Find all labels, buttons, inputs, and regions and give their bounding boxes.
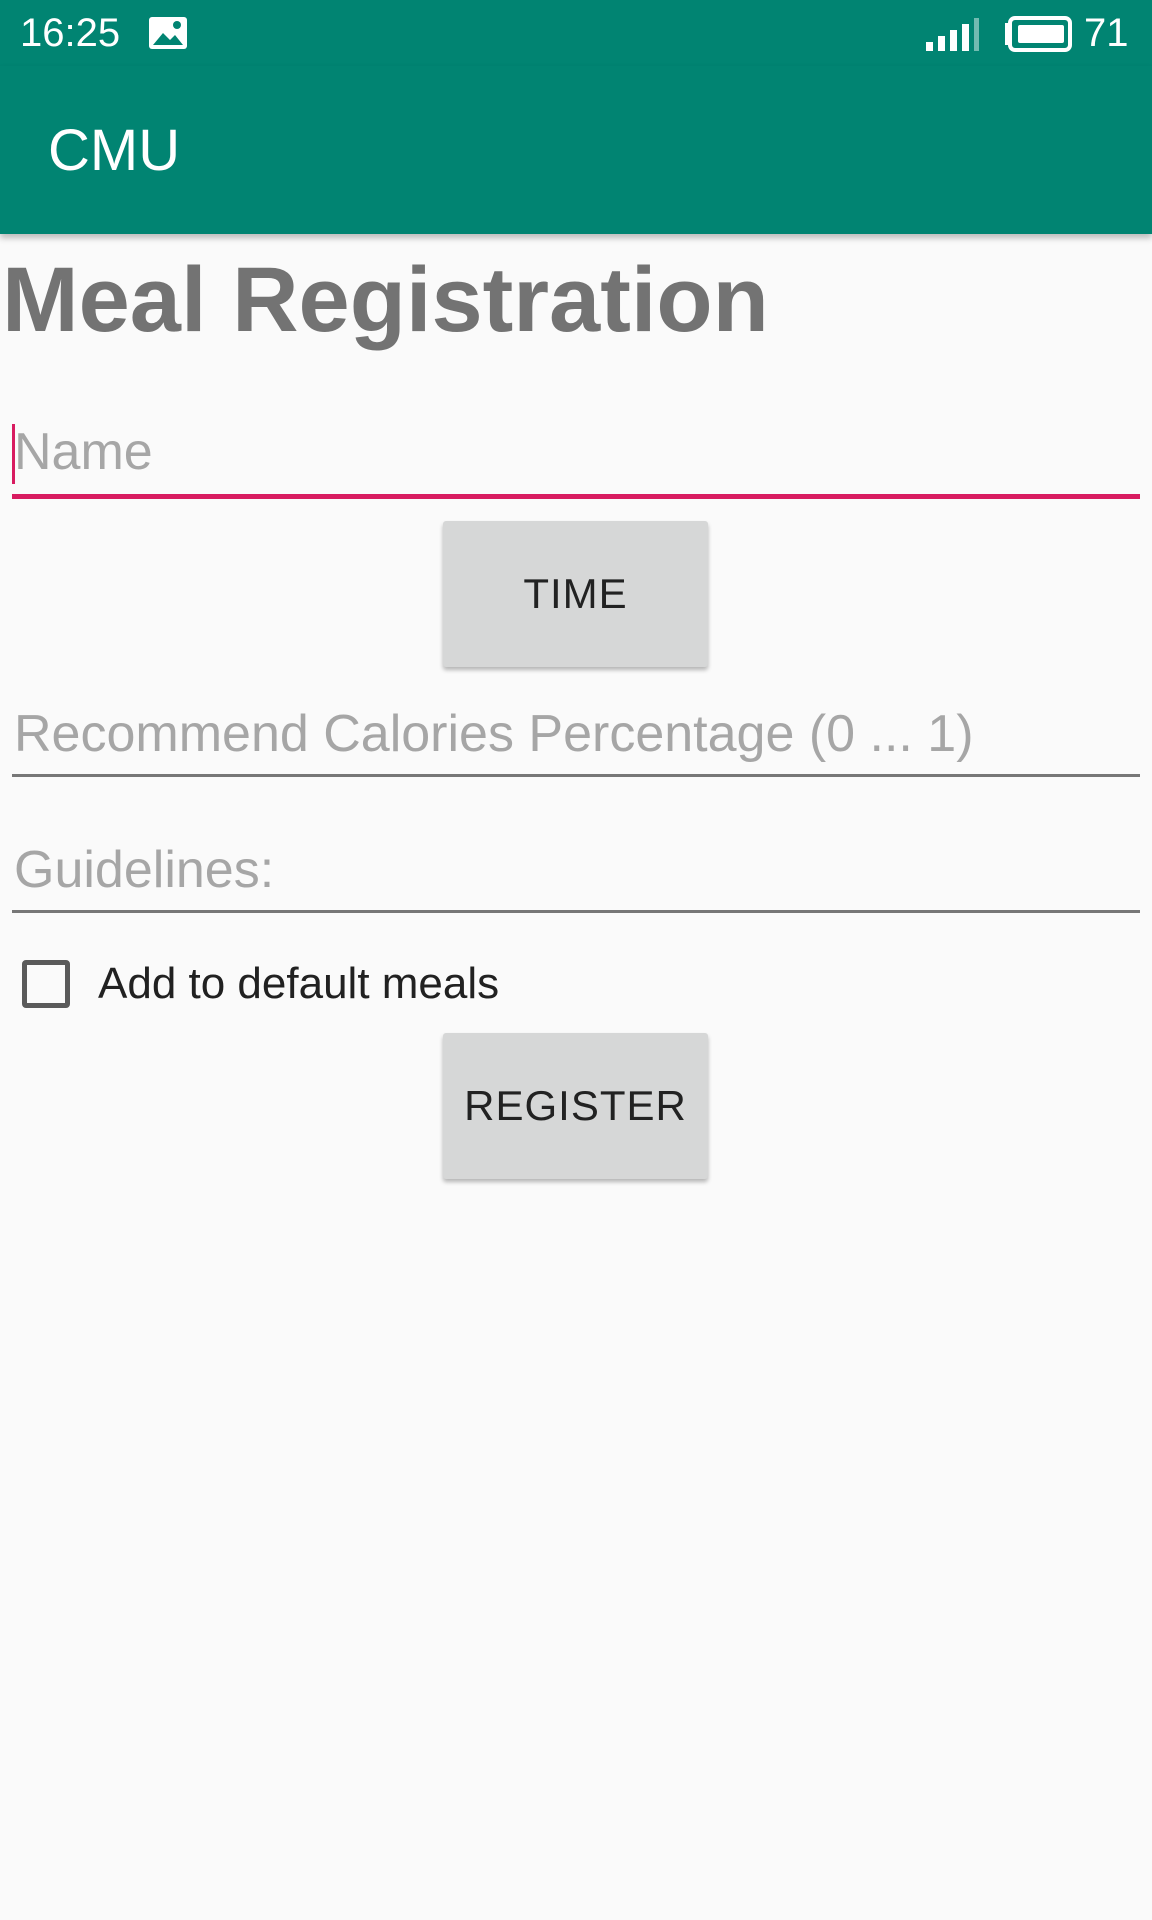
name-field-underline [12,494,1140,499]
status-time: 16:25 [20,11,121,55]
page-title: Meal Registration [2,249,769,351]
guidelines-placeholder: Guidelines: [14,841,275,899]
calories-field-underline [12,774,1140,777]
default-meals-checkbox[interactable] [22,960,70,1008]
time-button[interactable]: TIME [443,521,708,667]
app-bar: CMU [0,66,1152,234]
guidelines-field-underline [12,910,1140,913]
app-title: CMU [48,118,181,183]
calories-percentage-placeholder: Recommend Calories Percentage (0 ... 1) [14,705,974,763]
battery-level: 71 [1084,11,1129,55]
register-button[interactable]: REGISTER [443,1033,708,1179]
name-field[interactable]: Name [12,416,1140,500]
default-meals-label[interactable]: Add to default meals [98,956,499,1012]
image-notification-icon [149,17,187,49]
battery-icon [1005,16,1072,52]
name-placeholder: Name [14,423,153,481]
guidelines-field[interactable]: Guidelines: [12,836,1140,916]
calories-percentage-field[interactable]: Recommend Calories Percentage (0 ... 1) [12,700,1140,780]
status-bar: 16:25 71 [0,0,1152,66]
signal-icon [926,18,979,51]
